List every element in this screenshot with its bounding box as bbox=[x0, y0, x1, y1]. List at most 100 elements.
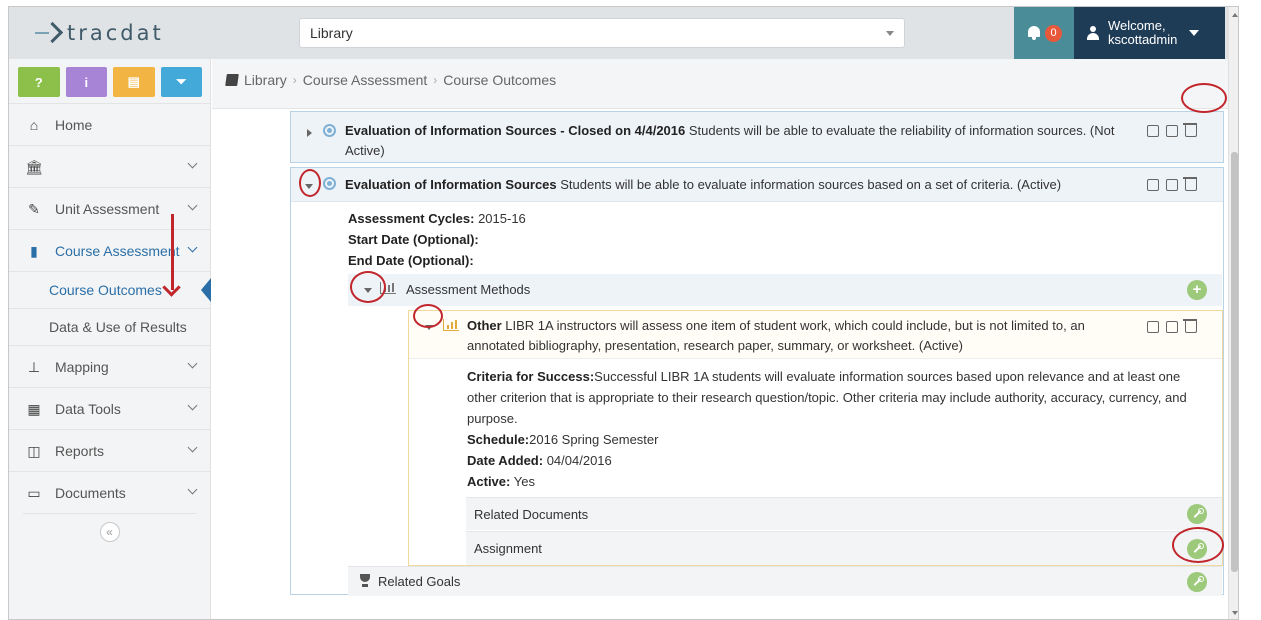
sidebar-item-label: Course Assessment bbox=[55, 242, 180, 259]
main-content: Library › Course Assessment › Course Out… bbox=[212, 59, 1228, 619]
tracdat-logo[interactable]: tracdat bbox=[33, 21, 164, 45]
wrench-icon[interactable] bbox=[1187, 572, 1207, 592]
sidebar-item-label: Unit Assessment bbox=[55, 200, 160, 217]
trash-icon[interactable] bbox=[1183, 319, 1197, 333]
edit-icon[interactable] bbox=[1147, 321, 1159, 333]
date-added: Date Added: 04/04/2016 bbox=[467, 453, 612, 468]
notifications-badge: 0 bbox=[1045, 24, 1062, 42]
sidebar-item-label: Course Outcomes bbox=[49, 282, 162, 298]
sidebar-item-course-assessment[interactable]: ▮ Course Assessment bbox=[9, 229, 210, 271]
trophy-icon bbox=[358, 574, 372, 588]
calculator-button[interactable]: ▤ bbox=[113, 67, 155, 97]
chevron-down-icon bbox=[886, 31, 894, 36]
sidebar-item-label: Home bbox=[55, 116, 93, 133]
help-button[interactable]: ? bbox=[18, 67, 60, 97]
folder-icon: ▭ bbox=[27, 484, 41, 501]
chevron-down-icon bbox=[187, 358, 198, 369]
home-icon: ⌂ bbox=[29, 116, 39, 133]
sidebar-item-label: Data & Use of Results bbox=[49, 319, 187, 335]
method-title: Other bbox=[467, 318, 502, 333]
institution-icon: 🏛 bbox=[25, 158, 43, 175]
sidebar-item-label: Documents bbox=[55, 484, 126, 501]
sidebar-subitem-course-outcomes[interactable]: Course Outcomes bbox=[9, 271, 211, 308]
edit-icon[interactable] bbox=[1147, 179, 1159, 191]
row-actions bbox=[1147, 177, 1197, 191]
related-documents-row[interactable]: Related Documents bbox=[466, 497, 1222, 530]
outcome-text: Evaluation of Information Sources Studen… bbox=[345, 175, 1135, 195]
sidebar-item-institution[interactable]: 🏛 bbox=[9, 145, 210, 187]
sidebar-subitem-data-use[interactable]: Data & Use of Results bbox=[9, 308, 210, 345]
trash-icon[interactable] bbox=[1183, 123, 1197, 137]
outcome-title: Evaluation of Information Sources bbox=[345, 177, 557, 192]
copy-icon[interactable] bbox=[1166, 179, 1178, 191]
chevron-down-icon bbox=[187, 484, 198, 495]
schedule: Schedule:2016 Spring Semester bbox=[467, 432, 659, 447]
target-icon bbox=[323, 124, 336, 137]
user-welcome: Welcome, kscottadmin bbox=[1108, 19, 1177, 47]
wrench-icon[interactable] bbox=[1187, 504, 1207, 524]
app-window: tracdat Library 0 Welcome, kscottadmin ?… bbox=[8, 6, 1239, 620]
add-method-button[interactable]: + bbox=[1187, 280, 1207, 300]
breadcrumb-library[interactable]: Library bbox=[244, 72, 287, 88]
copy-icon[interactable] bbox=[1166, 125, 1178, 137]
edit-icon[interactable] bbox=[1147, 125, 1159, 137]
breadcrumb-course-outcomes: Course Outcomes bbox=[443, 72, 557, 88]
target-icon bbox=[323, 177, 336, 190]
sidebar-item-home[interactable]: ⌂ Home bbox=[9, 103, 210, 145]
annotation-circle bbox=[299, 169, 321, 197]
scroll-thumb[interactable] bbox=[1231, 152, 1238, 572]
related-goals-label: Related Goals bbox=[378, 574, 461, 589]
scroll-down-icon[interactable] bbox=[1232, 611, 1238, 615]
scroll-up-icon[interactable] bbox=[1232, 13, 1238, 17]
welcome-label: Welcome, bbox=[1108, 18, 1166, 33]
copy-icon[interactable] bbox=[1166, 321, 1178, 333]
sidebar-item-mapping[interactable]: ⊥ Mapping bbox=[9, 345, 210, 387]
annotation-circle bbox=[1172, 527, 1224, 563]
assessment-cycles: Assessment Cycles: 2015-16 bbox=[348, 211, 526, 226]
bar-chart-icon bbox=[443, 319, 459, 331]
method-panel: Other LIBR 1A instructors will assess on… bbox=[408, 310, 1223, 566]
sidebar-item-unit-assessment[interactable]: ✎ Unit Assessment bbox=[9, 187, 210, 229]
related-goals-row[interactable]: Related Goals bbox=[348, 566, 1222, 596]
notifications-button[interactable]: 0 bbox=[1014, 7, 1074, 59]
expand-icon[interactable] bbox=[307, 129, 312, 137]
sidebar-collapse-area: « bbox=[23, 513, 196, 542]
sidebar-item-reports[interactable]: ◫ Reports bbox=[9, 429, 210, 471]
related-documents-label: Related Documents bbox=[474, 506, 589, 522]
active-status: Active: Yes bbox=[467, 474, 535, 489]
filter-button[interactable]: ⏷ bbox=[160, 67, 202, 97]
outcome-text: Evaluation of Information Sources - Clos… bbox=[345, 121, 1135, 161]
user-menu[interactable]: Welcome, kscottadmin bbox=[1074, 7, 1225, 59]
chevron-down-icon bbox=[187, 400, 198, 411]
top-bar: tracdat Library 0 Welcome, kscottadmin bbox=[9, 7, 1238, 59]
logo-arrow-icon bbox=[33, 23, 63, 43]
assessment-methods-header[interactable]: Assessment Methods + bbox=[348, 274, 1222, 306]
table-icon: ▦ bbox=[27, 400, 41, 417]
method-header[interactable]: Other LIBR 1A instructors will assess on… bbox=[409, 311, 1222, 359]
sidebar-item-label: Reports bbox=[55, 442, 105, 459]
info-button[interactable]: i bbox=[65, 67, 107, 97]
book-icon: ▮ bbox=[30, 242, 38, 259]
assignment-row[interactable]: Assignment bbox=[466, 531, 1222, 565]
outcome-header[interactable]: Evaluation of Information Sources Studen… bbox=[291, 168, 1223, 202]
annotation-arrow bbox=[171, 214, 174, 290]
outcome-row[interactable]: Evaluation of Information Sources - Clos… bbox=[290, 111, 1224, 163]
trash-icon[interactable] bbox=[1183, 177, 1197, 191]
bell-icon bbox=[1026, 25, 1042, 41]
method-actions bbox=[1147, 319, 1197, 333]
scrollbar[interactable] bbox=[1228, 7, 1238, 619]
collapse-sidebar-button[interactable]: « bbox=[99, 522, 120, 542]
unit-select[interactable]: Library bbox=[299, 18, 905, 48]
sidebar-item-label: Data Tools bbox=[55, 400, 121, 417]
user-icon bbox=[1086, 26, 1100, 40]
sidebar-item-data-tools[interactable]: ▦ Data Tools bbox=[9, 387, 210, 429]
start-date: Start Date (Optional): bbox=[348, 232, 479, 247]
sidebar-item-documents[interactable]: ▭ Documents bbox=[9, 471, 210, 513]
breadcrumb-separator: › bbox=[292, 73, 297, 87]
unit-select-value: Library bbox=[310, 25, 353, 41]
outcome-title: Evaluation of Information Sources - Clos… bbox=[345, 123, 686, 138]
breadcrumb-course-assessment[interactable]: Course Assessment bbox=[303, 72, 428, 88]
annotation-circle bbox=[350, 271, 386, 303]
chevron-down-icon bbox=[187, 442, 198, 453]
chevron-down-icon bbox=[187, 158, 198, 169]
